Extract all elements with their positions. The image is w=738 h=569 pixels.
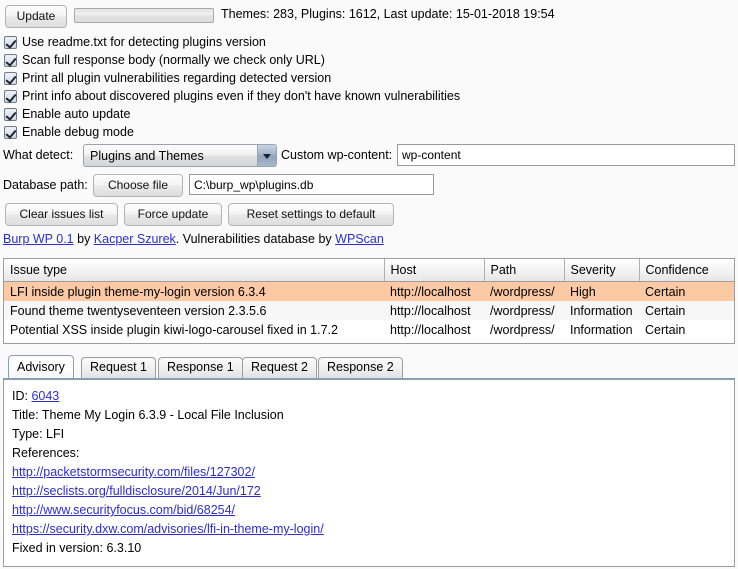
detail-tabs-bar: Advisory Request 1 Response 1 Request 2 … [3, 355, 735, 378]
update-button[interactable]: Update [5, 5, 67, 28]
what-detect-selected-value: Plugins and Themes [90, 149, 204, 163]
choose-file-button[interactable]: Choose file [93, 174, 183, 197]
reference-link[interactable]: http://packetstormsecurity.com/files/127… [12, 465, 255, 479]
force-update-button[interactable]: Force update [124, 203, 222, 226]
option-row-readme[interactable]: Use readme.txt for detecting plugins ver… [0, 33, 738, 51]
table-row[interactable]: LFI inside plugin theme-my-login version… [4, 281, 734, 301]
author-link[interactable]: Kacper Szurek [94, 232, 176, 246]
advisory-content-pane: ID: 6043 Title: Theme My Login 6.3.9 - L… [3, 380, 735, 567]
wpscan-link[interactable]: WPScan [335, 232, 384, 246]
custom-wp-content-label: Custom wp-content: [281, 148, 393, 162]
advisory-reference-line: http://www.securityfocus.com/bid/68254/ [12, 501, 726, 520]
checkbox-checked-icon[interactable] [4, 53, 17, 67]
option-row-debug-mode[interactable]: Enable debug mode [0, 123, 738, 141]
option-label: Enable auto update [22, 107, 131, 121]
database-path-label: Database path: [3, 178, 88, 192]
advisory-reference-line: http://packetstormsecurity.com/files/127… [12, 463, 726, 482]
detect-settings-row: What detect: Plugins and Themes Custom w… [0, 143, 738, 168]
reset-settings-button[interactable]: Reset settings to default [228, 203, 394, 226]
credits-line: Burp WP 0.1 by Kacper Szurek. Vulnerabil… [3, 232, 384, 246]
credits-middle-text: . Vulnerabilities database by [175, 232, 336, 246]
issues-table-panel[interactable]: Issue type Host Path Severity Confidence… [3, 258, 735, 344]
cell-path: /wordpress/ [484, 281, 564, 301]
cell-issue-type: Potential XSS inside plugin kiwi-logo-ca… [4, 320, 384, 339]
credits-by-text: by [73, 232, 94, 246]
action-buttons-row: Clear issues list Force update Reset set… [0, 203, 738, 228]
column-header-confidence[interactable]: Confidence [639, 259, 734, 282]
column-header-severity[interactable]: Severity [564, 259, 640, 282]
advisory-reference-line: https://security.dxw.com/advisories/lfi-… [12, 520, 726, 539]
issues-table: Issue type Host Path Severity Confidence… [4, 259, 734, 339]
cell-confidence: Certain [639, 301, 734, 320]
burp-wp-link[interactable]: Burp WP 0.1 [3, 232, 74, 246]
option-row-print-all-vulns[interactable]: Print all plugin vulnerabilities regardi… [0, 69, 738, 87]
column-header-issue-type[interactable]: Issue type [4, 259, 385, 282]
option-label: Use readme.txt for detecting plugins ver… [22, 35, 266, 49]
tab-request-1[interactable]: Request 1 [81, 357, 156, 378]
cell-severity: Information [564, 320, 639, 339]
tab-response-1[interactable]: Response 1 [158, 357, 243, 378]
tab-advisory[interactable]: Advisory [8, 355, 74, 378]
column-header-host[interactable]: Host [384, 259, 485, 282]
cell-host: http://localhost [384, 301, 484, 320]
cell-path: /wordpress/ [484, 320, 564, 339]
cell-host: http://localhost [384, 320, 484, 339]
database-path-row: Database path: Choose file [0, 172, 738, 198]
advisory-references-label: References: [12, 446, 80, 460]
option-label: Print all plugin vulnerabilities regardi… [22, 71, 332, 85]
checkbox-checked-icon[interactable] [4, 125, 17, 139]
option-row-auto-update[interactable]: Enable auto update [0, 105, 738, 123]
cell-severity: High [564, 281, 639, 301]
custom-wp-content-input[interactable] [397, 144, 735, 166]
table-header-row: Issue type Host Path Severity Confidence [4, 259, 734, 282]
advisory-id-label: ID: [12, 389, 32, 403]
option-row-print-info[interactable]: Print info about discovered plugins even… [0, 87, 738, 105]
advisory-fixed-version-line: Fixed in version: 6.3.10 [12, 541, 142, 555]
checkbox-checked-icon[interactable] [4, 107, 17, 121]
detect-label: What detect: [3, 148, 74, 162]
cell-confidence: Certain [639, 281, 734, 301]
tab-response-2[interactable]: Response 2 [318, 357, 403, 378]
database-status-text: Themes: 283, Plugins: 1612, Last update:… [221, 7, 555, 21]
table-row[interactable]: Potential XSS inside plugin kiwi-logo-ca… [4, 320, 734, 339]
cell-confidence: Certain [639, 320, 734, 339]
reference-link[interactable]: http://seclists.org/fulldisclosure/2014/… [12, 484, 261, 498]
reference-link[interactable]: http://www.securityfocus.com/bid/68254/ [12, 503, 235, 517]
chevron-down-icon[interactable] [257, 145, 276, 166]
cell-severity: Information [564, 301, 639, 320]
cell-issue-type: LFI inside plugin theme-my-login version… [4, 281, 384, 301]
advisory-reference-line: http://seclists.org/fulldisclosure/2014/… [12, 482, 726, 501]
advisory-id-line: ID: 6043 [12, 387, 726, 406]
option-label: Enable debug mode [22, 125, 134, 139]
cell-path: /wordpress/ [484, 301, 564, 320]
clear-issues-list-button[interactable]: Clear issues list [5, 203, 118, 226]
advisory-id-link[interactable]: 6043 [31, 389, 59, 403]
table-row[interactable]: Found theme twentyseventeen version 2.3.… [4, 301, 734, 320]
tab-request-2[interactable]: Request 2 [242, 357, 317, 378]
reference-link[interactable]: https://security.dxw.com/advisories/lfi-… [12, 522, 324, 536]
update-progress-bar [74, 8, 214, 23]
column-header-path[interactable]: Path [484, 259, 565, 282]
advisory-type-line: Type: LFI [12, 427, 65, 441]
checkbox-checked-icon[interactable] [4, 89, 17, 103]
cell-host: http://localhost [384, 281, 484, 301]
toolbar: Update Themes: 283, Plugins: 1612, Last … [0, 0, 738, 30]
checkbox-checked-icon[interactable] [4, 35, 17, 49]
database-path-input[interactable] [189, 174, 434, 195]
advisory-title-line: Title: Theme My Login 6.3.9 - Local File… [12, 408, 284, 422]
checkbox-checked-icon[interactable] [4, 71, 17, 85]
option-row-full-body[interactable]: Scan full response body (normally we che… [0, 51, 738, 69]
option-label: Print info about discovered plugins even… [22, 89, 461, 103]
cell-issue-type: Found theme twentyseventeen version 2.3.… [4, 301, 384, 320]
option-label: Scan full response body (normally we che… [22, 53, 325, 67]
options-checkbox-group: Use readme.txt for detecting plugins ver… [0, 33, 738, 141]
what-detect-select[interactable]: Plugins and Themes [83, 144, 277, 167]
